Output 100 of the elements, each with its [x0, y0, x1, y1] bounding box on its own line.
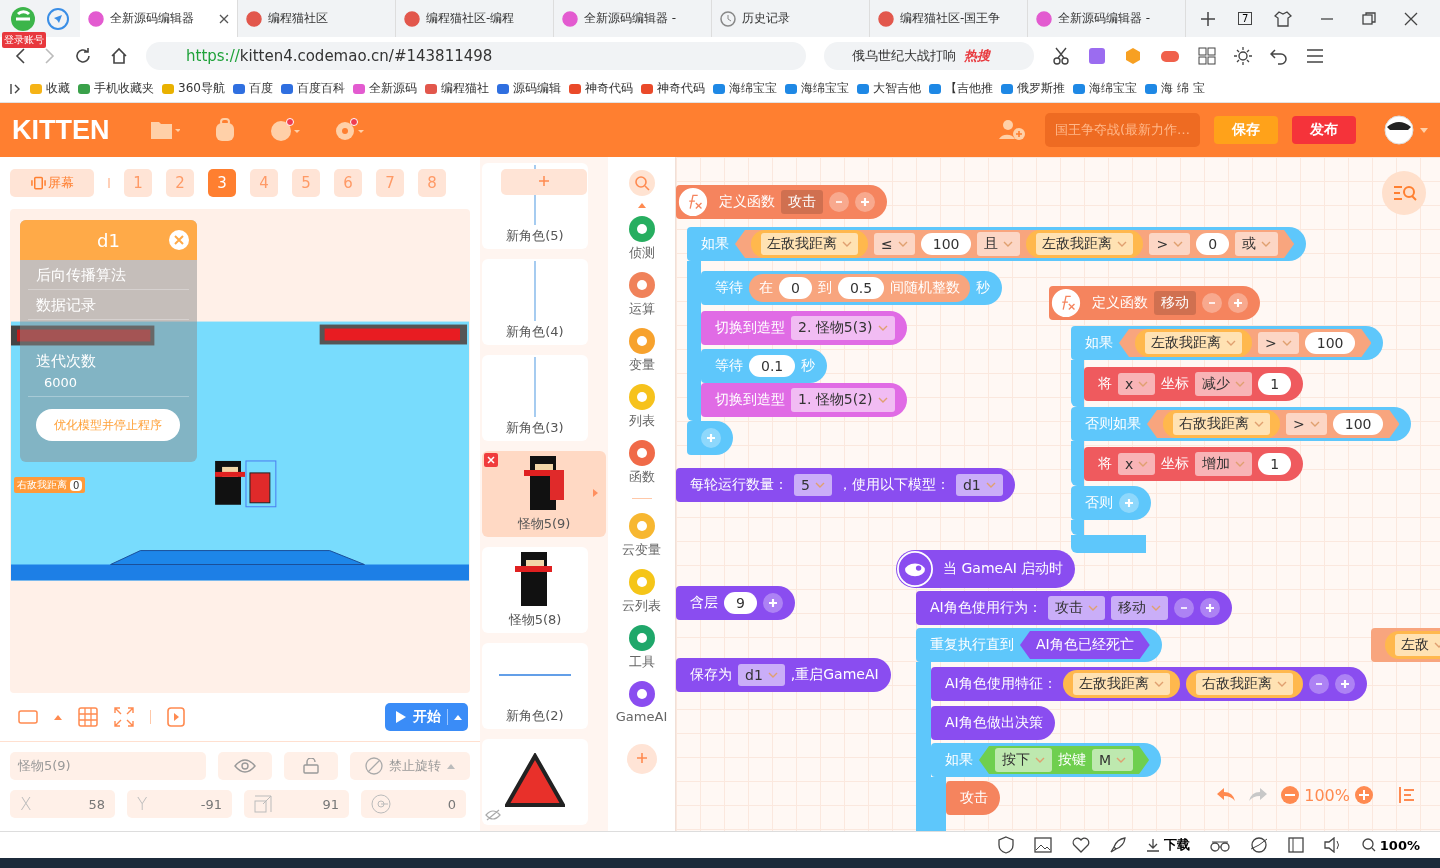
- code-block[interactable]: 切换到造型 1. 怪物5(2): [701, 383, 907, 417]
- dropdown[interactable]: 按下: [995, 748, 1052, 772]
- value-input[interactable]: 100: [1304, 332, 1356, 354]
- code-block[interactable]: 含层 9: [676, 586, 795, 620]
- code-block[interactable]: 每轮运行数量： 5 ，使用以下模型： d1: [676, 468, 1015, 502]
- code-block[interactable]: 如果 左敌我距离 ≤ 100 且 左敌我距离 > 0 或: [687, 227, 1307, 261]
- value-input[interactable]: 100: [1332, 413, 1384, 435]
- y-field[interactable]: Y -91: [127, 790, 232, 818]
- dropdown[interactable]: x: [1118, 373, 1156, 395]
- dropdown[interactable]: d1: [738, 664, 785, 686]
- bookmark[interactable]: 海绵宝宝: [1071, 80, 1137, 97]
- operator-dropdown[interactable]: >: [1258, 332, 1299, 354]
- value-input[interactable]: 9: [724, 592, 757, 614]
- sprite-item[interactable]: 新角色(2): [482, 643, 588, 729]
- dropdown[interactable]: x: [1118, 453, 1156, 475]
- variable-reporter[interactable]: 左敌我距离: [1135, 329, 1252, 357]
- value-input[interactable]: 1: [1258, 453, 1292, 475]
- sprite-item[interactable]: 怪物5(9): [482, 451, 606, 537]
- random-reporter[interactable]: 在 0 到 0.5 间随机整数: [749, 274, 971, 302]
- category-item[interactable]: 云列表: [622, 569, 661, 615]
- bookmark[interactable]: 手机收藏夹: [77, 80, 154, 97]
- bookmark[interactable]: 大智吉他: [855, 80, 921, 97]
- value-input[interactable]: 1: [1258, 373, 1292, 395]
- sprite-item[interactable]: 怪物5(8): [482, 547, 588, 633]
- bookmark[interactable]: 百度: [231, 80, 273, 97]
- category-item[interactable]: 云变量: [622, 513, 661, 559]
- dropdown[interactable]: 5: [794, 474, 832, 496]
- page-zoom[interactable]: 100%: [1361, 837, 1420, 853]
- value-input[interactable]: 0: [779, 277, 812, 299]
- bookmark[interactable]: 神奇代码: [639, 80, 705, 97]
- variable-reporter[interactable]: 左敌: [1385, 631, 1440, 659]
- code-block[interactable]: 否则如果 右敌我距离 > 100: [1071, 407, 1412, 441]
- value-input[interactable]: 0.5: [837, 277, 885, 299]
- publish-button[interactable]: 发布: [1292, 116, 1356, 144]
- variable-reporter[interactable]: 右敌我距离: [1163, 410, 1280, 438]
- code-block[interactable]: 如果 按下 按键 M: [931, 743, 1162, 777]
- bookmark[interactable]: 编程猫社: [423, 80, 489, 97]
- dropdown[interactable]: 移动: [1110, 596, 1168, 620]
- operator-dropdown[interactable]: 且: [977, 232, 1021, 256]
- bookmark[interactable]: 360导航: [161, 80, 225, 97]
- code-block[interactable]: 等待 0.1 秒: [701, 349, 828, 383]
- category-item[interactable]: 侦测: [628, 216, 655, 262]
- category-item[interactable]: 运算: [628, 272, 655, 318]
- dropdown[interactable]: 增加: [1195, 452, 1253, 476]
- variable-reporter[interactable]: 左敌我距离: [1062, 670, 1180, 698]
- value-input[interactable]: 0.1: [749, 355, 796, 377]
- category-item[interactable]: 变量: [628, 328, 655, 374]
- operator-dropdown[interactable]: >: [1286, 413, 1327, 435]
- tab-count[interactable]: 7: [1238, 12, 1253, 25]
- bookmark[interactable]: 海绵宝宝: [783, 80, 849, 97]
- dropdown[interactable]: 1. 怪物5(2): [791, 388, 895, 412]
- address-field[interactable]: https://kitten4.codemao.cn/#143811498: [146, 42, 806, 70]
- dropdown[interactable]: d1: [955, 474, 1003, 496]
- code-block[interactable]: 当 GameAI 启动时: [896, 550, 1076, 588]
- bookmark[interactable]: 源码编辑: [495, 80, 561, 97]
- code-block[interactable]: 如果 左敌我距离 > 100: [1071, 326, 1384, 360]
- code-block[interactable]: 左敌: [1371, 628, 1440, 662]
- code-block[interactable]: 切换到造型 2. 怪物5(3): [701, 311, 907, 345]
- sprite-item[interactable]: 新角色(4): [482, 259, 588, 345]
- dropdown[interactable]: 攻击: [1047, 596, 1105, 620]
- code-block[interactable]: AI角色使用行为： 攻击 移动: [916, 591, 1232, 625]
- browser-tab[interactable]: 全新源码编辑器: [80, 0, 238, 37]
- category-item[interactable]: 工具: [628, 625, 655, 671]
- bookmark[interactable]: 全新源码: [351, 80, 417, 97]
- code-block[interactable]: 将 x 坐标 减少 1: [1084, 367, 1304, 401]
- bookmark[interactable]: 俄罗斯推: [999, 80, 1065, 97]
- value-input[interactable]: 100: [920, 233, 972, 255]
- sprite-item[interactable]: 新角色(3): [482, 355, 588, 441]
- code-block[interactable]: AI角色使用特征： 左敌我距离 右敌我距离: [931, 667, 1367, 701]
- category-item[interactable]: 函数: [628, 440, 655, 486]
- size-field[interactable]: 91: [244, 790, 349, 818]
- bookmark[interactable]: 百度百科: [279, 80, 345, 97]
- value-input[interactable]: 0: [1196, 233, 1230, 255]
- condition-slot[interactable]: 按下 按键 M: [979, 746, 1150, 774]
- category-item[interactable]: 列表: [628, 384, 655, 430]
- bookmark[interactable]: 海 绵 宝: [1143, 80, 1205, 97]
- condition-slot[interactable]: 左敌我距离 > 100: [1119, 329, 1372, 357]
- condition-slot[interactable]: AI角色已经死亡: [1020, 631, 1150, 659]
- operator-dropdown[interactable]: ≤: [874, 233, 915, 255]
- category-item[interactable]: GameAI: [615, 681, 668, 724]
- code-block[interactable]: AI角色做出决策: [931, 706, 1055, 740]
- dropdown[interactable]: 减少: [1195, 372, 1253, 396]
- variable-reporter[interactable]: 右敌我距离: [1185, 670, 1303, 698]
- dropdown[interactable]: 2. 怪物5(3): [791, 316, 895, 340]
- bookmark[interactable]: 神奇代码: [567, 80, 633, 97]
- operator-dropdown[interactable]: >: [1149, 233, 1191, 255]
- direction-field[interactable]: 0: [361, 790, 466, 818]
- variable-reporter[interactable]: 左敌我距离: [1026, 230, 1144, 258]
- variable-reporter[interactable]: 左敌我距离: [751, 230, 868, 258]
- x-field[interactable]: X 58: [10, 790, 115, 818]
- code-block[interactable]: 保存为 d1 ,重启GameAI: [676, 658, 891, 692]
- download-button[interactable]: 下载: [1145, 836, 1190, 854]
- code-block[interactable]: 重复执行直到 AI角色已经死亡: [916, 628, 1162, 662]
- dropdown[interactable]: M: [1092, 749, 1134, 771]
- bookmark[interactable]: 【吉他推: [927, 80, 993, 97]
- bookmark[interactable]: 收藏: [29, 80, 70, 97]
- bookmark[interactable]: 海绵宝宝: [711, 80, 777, 97]
- code-block[interactable]: 等待 在 0 到 0.5 间随机整数 秒: [701, 271, 1003, 305]
- code-block[interactable]: 将 x 坐标 增加 1: [1084, 447, 1304, 481]
- condition-slot[interactable]: 右敌我距离 > 100: [1147, 410, 1400, 438]
